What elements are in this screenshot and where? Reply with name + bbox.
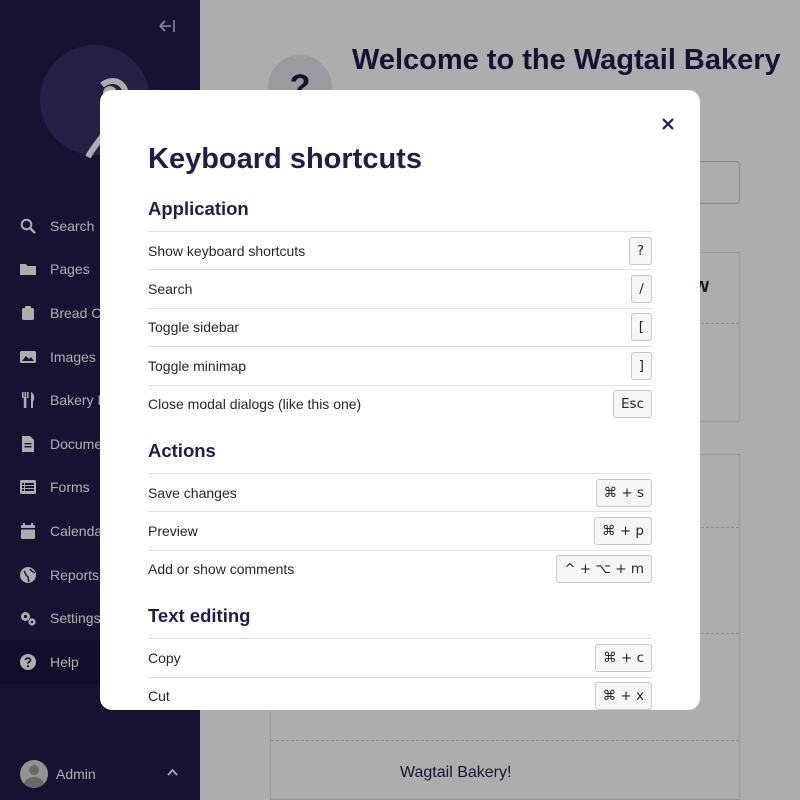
dialog-body: Keyboard shortcuts Application Show keyb… <box>148 142 652 710</box>
shortcut-keys: ⌘ + x <box>594 682 652 710</box>
shortcut-label: Toggle minimap <box>148 357 247 374</box>
section-title: Application <box>148 198 249 219</box>
shortcut-row: Search / <box>148 269 652 307</box>
shortcut-label: Search <box>148 281 193 298</box>
shortcut-label: Close modal dialogs (like this one) <box>148 396 362 413</box>
shortcut-row: Copy ⌘ + c <box>148 638 652 676</box>
shortcut-keys: / <box>631 275 652 304</box>
shortcut-row: Add or show comments ^ + ⌥ + m <box>148 549 652 588</box>
shortcut-row: Save changes ⌘ + s <box>148 472 652 511</box>
shortcut-label: Preview <box>148 523 198 540</box>
shortcut-keys: ? <box>628 236 652 265</box>
shortcut-row: Preview ⌘ + p <box>148 511 652 549</box>
shortcut-section-text-editing: Text editing Copy ⌘ + c Cut ⌘ + x <box>148 605 652 710</box>
shortcut-label: Copy <box>148 649 181 666</box>
shortcut-keys: ] <box>630 351 652 380</box>
shortcut-label: Toggle sidebar <box>148 319 240 336</box>
shortcut-row: Close modal dialogs (like this one) Esc <box>148 384 652 423</box>
dialog-title: Keyboard shortcuts <box>148 143 422 175</box>
shortcut-section-actions: Actions Save changes ⌘ + s Preview ⌘ + p… <box>148 440 652 588</box>
shortcut-keys: ⌘ + s <box>595 478 652 507</box>
shortcut-keys: ⌘ + p <box>594 517 652 546</box>
shortcut-label: Add or show comments <box>148 561 295 578</box>
shortcut-label: Show keyboard shortcuts <box>148 242 306 259</box>
shortcut-row: Toggle minimap ] <box>148 346 652 384</box>
shortcut-keys: [ <box>630 313 652 342</box>
shortcut-label: Cut <box>148 688 170 705</box>
section-title: Actions <box>148 439 216 461</box>
section-title: Text editing <box>148 605 251 627</box>
shortcut-keys: ^ + ⌥ + m <box>556 555 652 584</box>
shortcut-keys: Esc <box>613 390 652 419</box>
close-button[interactable] <box>656 112 680 136</box>
keyboard-shortcuts-dialog: Keyboard shortcuts Application Show keyb… <box>100 90 700 710</box>
shortcut-label: Save changes <box>148 484 237 501</box>
shortcut-row: Cut ⌘ + x <box>148 676 652 710</box>
shortcut-row: Show keyboard shortcuts ? <box>148 231 652 269</box>
shortcut-keys: ⌘ + c <box>595 643 652 672</box>
shortcut-section-application: Application Show keyboard shortcuts ? Se… <box>148 198 652 423</box>
shortcut-row: Toggle sidebar [ <box>148 307 652 346</box>
close-icon <box>662 118 674 130</box>
